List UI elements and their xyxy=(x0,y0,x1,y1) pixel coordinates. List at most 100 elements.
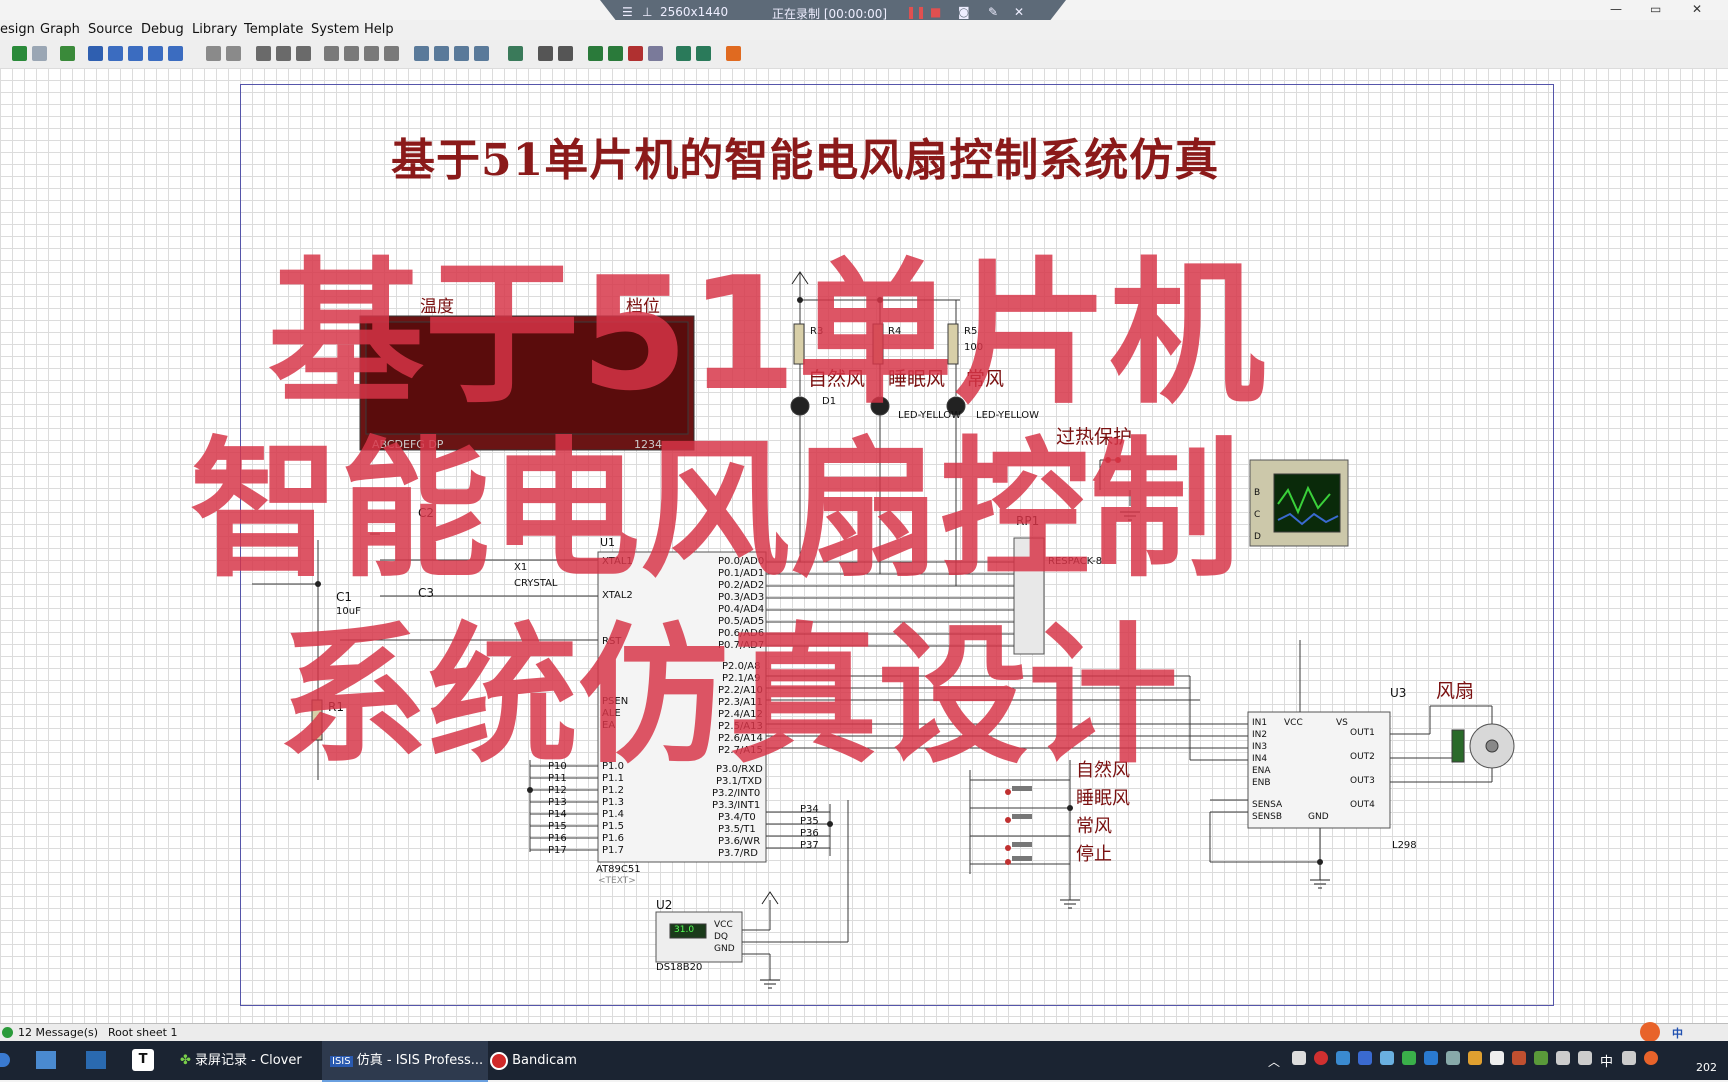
tray-app-icon-6[interactable] xyxy=(1468,1051,1482,1065)
isis-icon: ISIS xyxy=(330,1056,353,1067)
taskbar: T ✤ 录屏记录 - Clover ISIS 仿真 - ISIS Profess… xyxy=(0,1041,1728,1082)
clock-date[interactable]: 202 xyxy=(1696,1061,1717,1074)
pin-p1-3: P1.3 xyxy=(602,797,624,808)
l298-out1: OUT1 xyxy=(1350,728,1375,738)
tray-app-icon-4[interactable] xyxy=(1424,1051,1438,1065)
tray-keyboard-icon[interactable] xyxy=(1622,1051,1636,1065)
ds18b20-label: DS18B20 xyxy=(656,962,703,973)
tray-app-icon-9[interactable] xyxy=(1534,1051,1548,1065)
tray-record-icon[interactable] xyxy=(1314,1051,1328,1065)
task-clover[interactable]: ✤ 录屏记录 - Clover xyxy=(172,1041,328,1080)
clover-icon: ✤ xyxy=(180,1053,191,1068)
pin-p1-7: P1.7 xyxy=(602,845,624,856)
button-natural[interactable] xyxy=(1012,786,1032,791)
u3-ref: U3 xyxy=(1390,686,1407,700)
net-p35: P35 xyxy=(800,816,819,827)
l298-in4: IN4 xyxy=(1252,754,1268,764)
status-bar: 12 Message(s) Root sheet 1 中 xyxy=(0,1022,1728,1042)
tray-expand-icon[interactable]: ︿ xyxy=(1268,1053,1280,1070)
scope-d: D xyxy=(1254,532,1261,542)
button-normal[interactable] xyxy=(1012,842,1032,847)
pin-p3-7: P3.7/RD xyxy=(718,848,758,859)
tray-app-icon-5[interactable] xyxy=(1446,1051,1460,1065)
net-p36: P36 xyxy=(800,828,819,839)
l298-out3: OUT3 xyxy=(1350,776,1375,786)
l298-sensb: SENSB xyxy=(1252,812,1283,822)
task-clover-label: 录屏记录 - Clover xyxy=(195,1053,302,1068)
ime-logo-icon[interactable] xyxy=(1640,1022,1660,1042)
sheet-name: Root sheet 1 xyxy=(108,1026,178,1039)
l298-enb: ENB xyxy=(1252,778,1271,788)
button-stop[interactable] xyxy=(1012,856,1032,861)
task-bandicam[interactable]: Bandicam xyxy=(482,1041,608,1080)
tray-mic-icon[interactable] xyxy=(1292,1051,1306,1065)
pin-p3-5: P3.5/T1 xyxy=(718,824,756,835)
u2-ref: U2 xyxy=(656,898,673,912)
pin-p3-2: P3.2/INT0 xyxy=(712,788,761,799)
net-p17: P17 xyxy=(548,845,567,856)
scope-b: B xyxy=(1254,488,1261,498)
t-app-icon[interactable]: T xyxy=(132,1049,154,1071)
net-p16: P16 xyxy=(548,833,567,844)
l298-in2: IN2 xyxy=(1252,730,1268,740)
button-label-stop: 停止 xyxy=(1076,844,1112,865)
task-bandicam-label: Bandicam xyxy=(512,1053,577,1068)
task-isis-label: 仿真 - ISIS Profess... xyxy=(356,1053,484,1068)
l298-in1: IN1 xyxy=(1252,718,1268,728)
pin-p3-3: P3.3/INT1 xyxy=(712,800,761,811)
ds18b20-reading: 31.0 xyxy=(674,925,695,935)
ds-pin-vcc: VCC xyxy=(714,920,733,930)
l298-vcc: VCC xyxy=(1284,718,1303,728)
pin-p1-6: P1.6 xyxy=(602,833,624,844)
tray-network-icon[interactable] xyxy=(1556,1051,1570,1065)
start-icon[interactable] xyxy=(0,1053,10,1067)
pin-app-icon[interactable] xyxy=(86,1051,106,1069)
l298-in3: IN3 xyxy=(1252,742,1268,752)
pin-p3-4: P3.4/T0 xyxy=(718,812,756,823)
pin-p3-6: P3.6/WR xyxy=(718,836,761,847)
l298-gnd: GND xyxy=(1308,812,1329,822)
net-p34: P34 xyxy=(800,804,819,815)
pin-p1-5: P1.5 xyxy=(602,821,624,832)
button-sleep[interactable] xyxy=(1012,814,1032,819)
scope-c: C xyxy=(1254,510,1261,520)
l298-sensa: SENSA xyxy=(1252,800,1283,810)
tray-app-icon-1[interactable] xyxy=(1336,1051,1350,1065)
tray-ime-label[interactable]: 中 xyxy=(1600,1051,1613,1070)
l298-out2: OUT2 xyxy=(1350,752,1375,762)
tray-app-icon-8[interactable] xyxy=(1512,1051,1526,1065)
tray-app-icon-3[interactable] xyxy=(1380,1051,1394,1065)
l298-vs: VS xyxy=(1336,718,1348,728)
overlay-line-2: 智能电风扇控制 xyxy=(190,424,1241,598)
message-status-icon[interactable] xyxy=(2,1027,13,1038)
net-p13: P13 xyxy=(548,797,567,808)
button-label-normal: 常风 xyxy=(1076,816,1112,837)
tray-volume-icon[interactable] xyxy=(1578,1051,1592,1065)
ime-mode[interactable]: 中 xyxy=(1672,1025,1683,1041)
overlay-line-3: 系统仿真设计 xyxy=(278,610,1179,784)
tray-app-icon-2[interactable] xyxy=(1358,1051,1372,1065)
l298-label: L298 xyxy=(1392,840,1417,851)
overlay-line-1: 基于51单片机 xyxy=(268,243,1266,425)
mcu-text: <TEXT> xyxy=(598,876,636,886)
ds-pin-gnd: GND xyxy=(714,944,735,954)
net-p15: P15 xyxy=(548,821,567,832)
net-p37: P37 xyxy=(800,840,819,851)
l298-out4: OUT4 xyxy=(1350,800,1375,810)
ds-pin-dq: DQ xyxy=(714,932,729,942)
net-p12: P12 xyxy=(548,785,567,796)
label-fan: 风扇 xyxy=(1436,680,1475,702)
tray-wechat-icon[interactable] xyxy=(1402,1051,1416,1065)
tray-sogou-icon[interactable] xyxy=(1644,1051,1658,1065)
pin-p1-4: P1.4 xyxy=(602,809,624,820)
pin-p1-2: P1.2 xyxy=(602,785,624,796)
task-isis[interactable]: ISIS 仿真 - ISIS Profess... xyxy=(322,1041,488,1082)
l298-ena: ENA xyxy=(1252,766,1271,776)
bandicam-icon xyxy=(490,1051,508,1070)
button-label-sleep: 睡眠风 xyxy=(1076,788,1130,809)
message-count[interactable]: 12 Message(s) xyxy=(18,1026,98,1039)
tray-app-icon-7[interactable] xyxy=(1490,1051,1504,1065)
net-p14: P14 xyxy=(548,809,567,820)
mcu-part: AT89C51 xyxy=(596,864,641,875)
desktop-icon[interactable] xyxy=(36,1051,56,1069)
